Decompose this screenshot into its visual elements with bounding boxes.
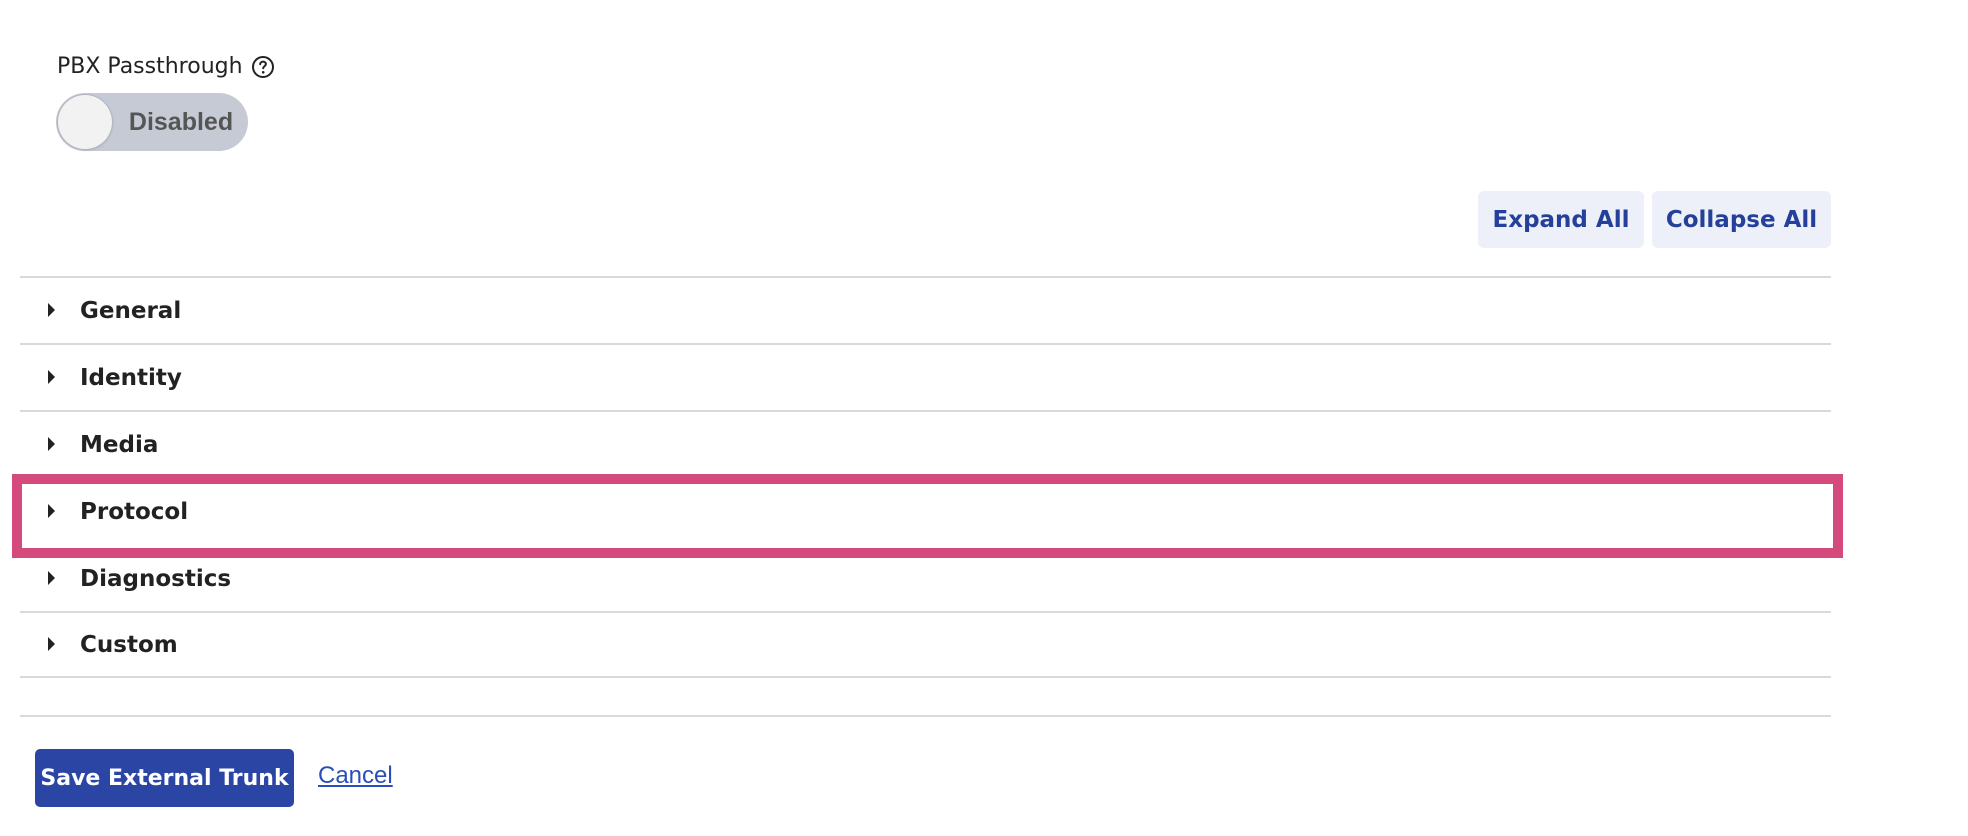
pbx-passthrough-toggle[interactable]: Disabled [56,93,248,151]
expand-all-button[interactable]: Expand All [1478,191,1644,248]
caret-right-icon [48,636,55,651]
section-diagnostics[interactable]: Diagnostics [20,544,1831,611]
section-custom[interactable]: Custom [20,611,1831,678]
section-label: Diagnostics [80,565,232,592]
section-label: Protocol [80,498,189,525]
cancel-link[interactable]: Cancel [318,762,393,790]
caret-right-icon [48,302,55,317]
caret-right-icon [48,369,55,384]
toggle-state-label: Disabled [128,107,234,136]
save-external-trunk-button[interactable]: Save External Trunk [35,749,294,807]
pbx-passthrough-label: PBX Passthrough [57,52,275,82]
section-label: Media [80,431,159,458]
form-divider [20,715,1831,717]
caret-right-icon [48,570,55,585]
section-general[interactable]: General [20,276,1831,343]
question-circle-icon[interactable] [251,55,275,79]
accordion-sections: General Identity Media Protocol Diagnost… [20,276,1831,678]
collapse-all-button[interactable]: Collapse All [1652,191,1831,248]
caret-right-icon [48,503,55,518]
section-label: Identity [80,364,182,391]
section-label: General [80,297,182,324]
page: PBX Passthrough Disabled Expand All Coll… [0,0,1968,836]
section-protocol[interactable]: Protocol [20,477,1831,544]
caret-right-icon [48,436,55,451]
section-media[interactable]: Media [20,410,1831,477]
pbx-passthrough-label-text: PBX Passthrough [57,54,243,79]
toggle-knob [58,95,112,149]
section-identity[interactable]: Identity [20,343,1831,410]
section-label: Custom [80,631,178,658]
